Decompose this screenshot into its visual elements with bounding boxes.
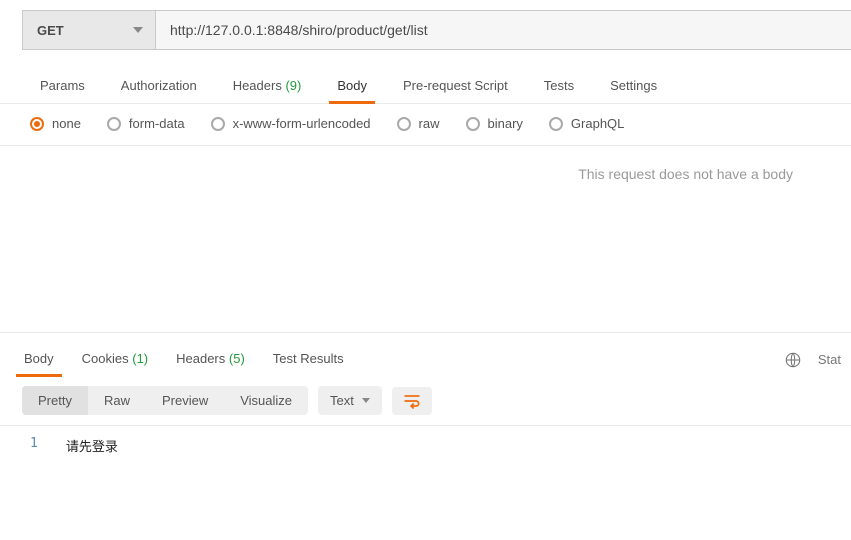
res-tab-headers-label: Headers [176,351,225,366]
res-tab-cookies-label: Cookies [82,351,129,366]
radio-graphql[interactable]: GraphQL [549,116,624,131]
view-raw-button[interactable]: Raw [88,386,146,415]
res-tab-headers[interactable]: Headers (5) [162,343,259,376]
radio-xwww[interactable]: x-www-form-urlencoded [211,116,371,131]
tab-headers-label: Headers [233,78,282,93]
radio-dot-icon [397,117,411,131]
tab-tests[interactable]: Tests [526,70,592,103]
res-tab-cookies[interactable]: Cookies (1) [68,343,162,376]
tab-body[interactable]: Body [319,70,385,103]
radio-binary[interactable]: binary [466,116,523,131]
radio-graphql-label: GraphQL [571,116,624,131]
view-mode-switch: Pretty Raw Preview Visualize [22,386,308,415]
tab-headers-count: (9) [285,78,301,93]
chevron-down-icon [362,398,370,403]
radio-raw[interactable]: raw [397,116,440,131]
chevron-down-icon [133,27,143,33]
res-tab-cookies-count: (1) [132,351,148,366]
tab-params[interactable]: Params [22,70,103,103]
radio-form-data[interactable]: form-data [107,116,185,131]
body-type-radios: none form-data x-www-form-urlencoded raw… [0,104,851,146]
res-tab-test-results[interactable]: Test Results [259,343,358,376]
response-toolbar: Pretty Raw Preview Visualize Text [0,376,851,426]
http-method-dropdown[interactable]: GET [22,10,155,50]
language-value: Text [330,393,354,408]
radio-dot-icon [30,117,44,131]
response-body: 1 请先登录 [0,426,851,455]
response-tabs: Body Cookies (1) Headers (5) Test Result… [10,343,358,376]
view-preview-button[interactable]: Preview [146,386,224,415]
radio-dot-icon [107,117,121,131]
radio-dot-icon [211,117,225,131]
res-tab-headers-count: (5) [229,351,245,366]
tab-authorization[interactable]: Authorization [103,70,215,103]
http-method-value: GET [37,23,64,38]
response-header: Body Cookies (1) Headers (5) Test Result… [0,332,851,376]
radio-formdata-label: form-data [129,116,185,131]
response-line: 请先登录 [66,436,118,455]
tab-headers[interactable]: Headers (9) [215,70,320,103]
view-visualize-button[interactable]: Visualize [224,386,308,415]
wrap-icon [402,392,422,410]
radio-dot-icon [466,117,480,131]
empty-body-message: This request does not have a body [578,166,793,182]
radio-dot-icon [549,117,563,131]
view-pretty-button[interactable]: Pretty [22,386,88,415]
radio-raw-label: raw [419,116,440,131]
radio-binary-label: binary [488,116,523,131]
tab-settings[interactable]: Settings [592,70,675,103]
request-body-panel: This request does not have a body [0,146,851,332]
tab-prerequest[interactable]: Pre-request Script [385,70,526,103]
globe-icon[interactable] [784,351,802,369]
radio-none[interactable]: none [30,116,81,131]
wrap-lines-button[interactable] [392,387,432,415]
request-tabs: Params Authorization Headers (9) Body Pr… [0,60,851,104]
radio-none-label: none [52,116,81,131]
url-input[interactable] [155,10,851,50]
status-label: Stat [818,352,841,367]
line-number: 1 [30,436,38,455]
language-dropdown[interactable]: Text [318,386,382,415]
res-tab-body[interactable]: Body [10,343,68,376]
radio-xwww-label: x-www-form-urlencoded [233,116,371,131]
